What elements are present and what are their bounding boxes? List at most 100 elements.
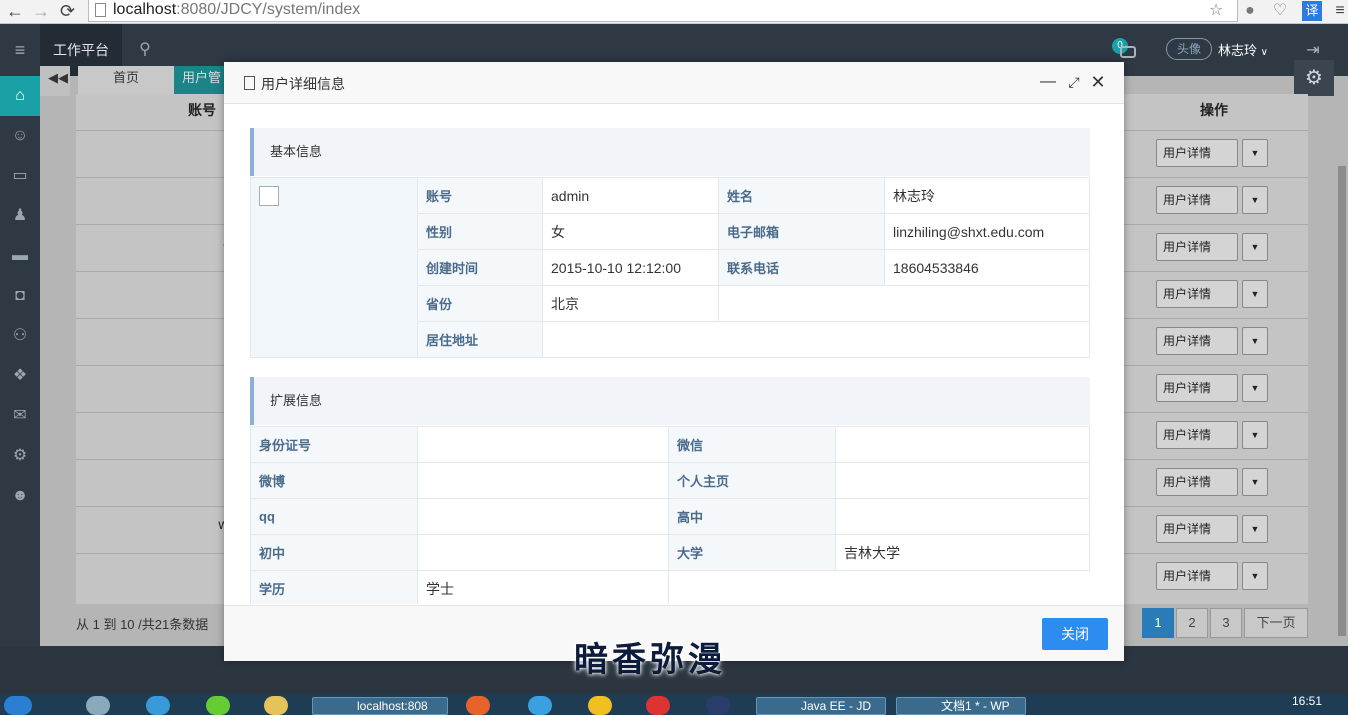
chrome-menu-icon[interactable]: ≡: [1330, 1, 1348, 21]
highschool-value: [835, 498, 1090, 535]
profile-icon[interactable]: ☻: [0, 476, 40, 516]
page-settings-icon[interactable]: ⚙: [1294, 60, 1334, 96]
person-icon[interactable]: ♟: [0, 196, 40, 236]
task-chrome[interactable]: localhost:808: [312, 697, 448, 715]
tab-home[interactable]: 首页: [78, 66, 174, 96]
shield-icon[interactable]: ♡: [1270, 1, 1290, 21]
basic-info-header: 基本信息: [250, 128, 1090, 176]
eclipse-icon[interactable]: [706, 696, 730, 715]
camera-icon[interactable]: ◘: [0, 276, 40, 316]
user-detail-button[interactable]: 用户详情: [1156, 327, 1238, 355]
account-value: admin: [542, 177, 719, 214]
page-scrollbar[interactable]: [1336, 96, 1348, 646]
user-detail-button[interactable]: 用户详情: [1156, 280, 1238, 308]
folder-icon[interactable]: [264, 696, 288, 715]
qq-value: [417, 498, 669, 535]
row-dropdown-icon[interactable]: ▼: [1242, 515, 1268, 543]
homepage-value: [835, 462, 1090, 499]
next-page-button[interactable]: 下一页: [1244, 608, 1308, 638]
settings-icon[interactable]: ⚙: [0, 436, 40, 476]
page-3-button[interactable]: 3: [1210, 608, 1242, 638]
close-button[interactable]: 关闭: [1042, 618, 1108, 650]
user-detail-button[interactable]: 用户详情: [1156, 374, 1238, 402]
close-icon[interactable]: ✕: [1088, 72, 1108, 92]
row-dropdown-icon[interactable]: ▼: [1242, 468, 1268, 496]
column-header-account: 账号: [188, 102, 216, 118]
taskbar-app-icon[interactable]: [86, 696, 110, 715]
user-detail-button[interactable]: 用户详情: [1156, 233, 1238, 261]
page-1-button[interactable]: 1: [1142, 608, 1174, 638]
row-dropdown-icon[interactable]: ▼: [1242, 327, 1268, 355]
translate-icon[interactable]: 译: [1302, 1, 1322, 21]
email-value: linzhiling@shxt.edu.com: [884, 213, 1090, 250]
phone-value: 18604533846: [884, 249, 1090, 286]
email-label: 电子邮箱: [718, 213, 885, 250]
extension-icon[interactable]: ●: [1240, 1, 1260, 21]
extended-info-header: 扩展信息: [250, 377, 1090, 425]
maximize-icon[interactable]: ⤢: [1064, 72, 1084, 92]
user-detail-button[interactable]: 用户详情: [1156, 186, 1238, 214]
scrollbar-thumb[interactable]: [1338, 166, 1346, 636]
ie-icon[interactable]: [146, 696, 170, 715]
app-blue-icon[interactable]: [528, 696, 552, 715]
row-dropdown-icon[interactable]: ▼: [1242, 374, 1268, 402]
row-dropdown-icon[interactable]: ▼: [1242, 280, 1268, 308]
forward-icon[interactable]: →: [32, 0, 50, 22]
gender-value: 女: [542, 213, 719, 250]
user-detail-button[interactable]: 用户详情: [1156, 515, 1238, 543]
page-icon: [95, 3, 106, 17]
row-dropdown-icon[interactable]: ▼: [1242, 421, 1268, 449]
app-yellow-icon[interactable]: [588, 696, 612, 715]
dialog-body[interactable]: 基本信息 账号 admin 姓名 林志玲 性别 女 电子邮箱 linzhilin…: [232, 106, 1116, 604]
start-icon[interactable]: [4, 696, 32, 715]
row-dropdown-icon[interactable]: ▼: [1242, 186, 1268, 214]
menu-toggle-icon[interactable]: ≡: [0, 24, 40, 76]
firefox-icon[interactable]: [466, 696, 490, 715]
dropbox-icon[interactable]: ❖: [0, 356, 40, 396]
province-value: 北京: [542, 285, 719, 322]
app-red-icon[interactable]: [646, 696, 670, 715]
address-bar[interactable]: localhost:8080/JDCY/system/index: [88, 0, 1238, 22]
username: 林志玲: [1218, 43, 1258, 58]
back-icon[interactable]: ←: [6, 0, 24, 22]
avatar[interactable]: 头像: [1166, 38, 1212, 60]
monitor-icon[interactable]: ▬: [0, 236, 40, 276]
task-wps[interactable]: 文档1 * - WP: [896, 697, 1026, 715]
university-value: 吉林大学: [835, 534, 1090, 571]
pager-info: 从 1 到 10 /共21条数据: [76, 617, 209, 632]
logout-icon[interactable]: ⇥: [1302, 40, 1324, 62]
bookmark-star-icon[interactable]: ☆: [1206, 1, 1226, 21]
task-eclipse[interactable]: Java EE - JD: [756, 697, 886, 715]
address-value: [542, 321, 1090, 358]
user-detail-button[interactable]: 用户详情: [1156, 562, 1238, 590]
minimize-icon[interactable]: —: [1038, 72, 1058, 92]
highschool-label: 高中: [668, 498, 836, 535]
user-photo: [259, 186, 279, 206]
homepage-label: 个人主页: [668, 462, 836, 499]
card-icon[interactable]: ▭: [0, 156, 40, 196]
reload-icon[interactable]: ⟳: [60, 0, 75, 22]
app-green-icon[interactable]: [206, 696, 230, 715]
empty-cell: [668, 570, 1090, 604]
row-dropdown-icon[interactable]: ▼: [1242, 562, 1268, 590]
user-detail-button[interactable]: 用户详情: [1156, 421, 1238, 449]
notification-button[interactable]: 0: [1110, 38, 1140, 64]
tabs-prev-icon[interactable]: ◀◀: [40, 66, 70, 96]
row-dropdown-icon[interactable]: ▼: [1242, 233, 1268, 261]
group-icon[interactable]: ⚇: [0, 316, 40, 356]
page-2-button[interactable]: 2: [1176, 608, 1208, 638]
basic-info-table: 账号 admin 姓名 林志玲 性别 女 电子邮箱 linzhiling@shx…: [250, 177, 1090, 358]
mail-icon[interactable]: ✉: [0, 396, 40, 436]
user-menu[interactable]: 林志玲 ∨: [1218, 40, 1268, 59]
user-manage-icon[interactable]: ☺: [0, 116, 40, 156]
url-host: localhost: [113, 1, 177, 18]
row-dropdown-icon[interactable]: ▼: [1242, 139, 1268, 167]
junior-value: [417, 534, 669, 571]
extended-info-table: 身份证号 微信 微博 个人主页 qq 高中 初中 大学 吉林大学 学历 学士: [250, 426, 1090, 604]
user-detail-button[interactable]: 用户详情: [1156, 468, 1238, 496]
url-path: :8080/JDCY/system/index: [176, 1, 361, 18]
avatar-cell: [250, 177, 418, 358]
home-icon[interactable]: ⌂: [0, 76, 40, 116]
user-detail-button[interactable]: 用户详情: [1156, 139, 1238, 167]
account-label: 账号: [417, 177, 543, 214]
